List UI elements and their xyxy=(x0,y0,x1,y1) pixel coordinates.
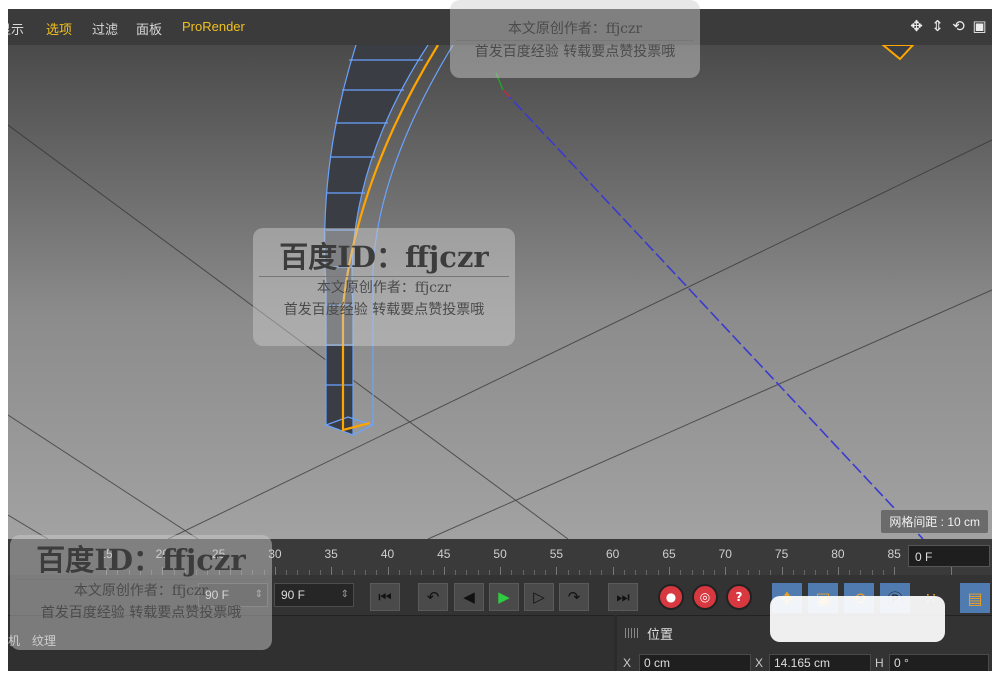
watermark-top: 本文原创作者：ffjczr 首发百度经验 转载要点赞投票哦 xyxy=(450,0,700,78)
keyframe-selection-icon: ? xyxy=(735,590,743,604)
current-frame-field[interactable]: 0 F xyxy=(908,545,990,567)
next-frame-button[interactable]: ▷ xyxy=(524,583,554,611)
watermark-author: 本文原创作者：ffjczr xyxy=(259,276,509,299)
timeline-tick xyxy=(274,567,276,575)
watermark-notice: 首发百度经验 转载要点赞投票哦 xyxy=(283,302,485,318)
pan-view-icon[interactable]: ⇕ xyxy=(929,17,946,35)
next-frame-icon: ▷ xyxy=(533,588,545,606)
rotation-h-label: H xyxy=(875,656,884,670)
watermark-author: 本文原创作者：ffjczr xyxy=(16,579,266,602)
menu-display[interactable]: 显示 xyxy=(8,19,24,38)
watermark-notice: 首发百度经验 转载要点赞投票哦 xyxy=(40,605,242,621)
timeline-tick xyxy=(837,567,839,575)
timeline-tick-label: 85 xyxy=(887,547,901,561)
view-navigation-icons: ✥ ⇕ ⟲ ▣ xyxy=(908,17,988,35)
overlay-sticker xyxy=(770,596,945,642)
watermark-center: 百度ID：ffjczr 本文原创作者：ffjczr 首发百度经验 转载要点赞投票… xyxy=(253,228,515,346)
grid-spacing-readout: 网格间距 : 10 cm xyxy=(881,510,988,533)
menu-prorender[interactable]: ProRender xyxy=(182,19,245,34)
timeline-tick-label: 65 xyxy=(662,547,676,561)
play-icon: ▶ xyxy=(498,588,510,606)
timeline-tick xyxy=(725,567,727,575)
menu-panel[interactable]: 面板 xyxy=(136,19,162,38)
watermark-notice: 首发百度经验 转载要点赞投票哦 xyxy=(456,40,694,63)
timeline-tick-label: 70 xyxy=(718,547,732,561)
maximize-view-icon[interactable]: ▣ xyxy=(971,17,988,35)
timeline-tick xyxy=(894,567,896,575)
z-axis-line xyxy=(502,89,924,539)
film-strip-button[interactable]: ▤ xyxy=(960,583,990,613)
film-strip-icon: ▤ xyxy=(967,588,983,608)
size-x-label: X xyxy=(755,656,764,670)
autokey-button[interactable]: ◎ xyxy=(692,584,718,610)
timeline-tick-label: 35 xyxy=(324,547,338,561)
timeline-tick-label: 45 xyxy=(437,547,451,561)
previous-key-button[interactable]: ↶ xyxy=(418,583,448,611)
menu-options[interactable]: 选项 xyxy=(46,19,72,38)
timeline-tick-label: 75 xyxy=(774,547,789,561)
timeline-tick-label: 80 xyxy=(831,547,845,561)
menu-filter[interactable]: 过滤 xyxy=(92,19,118,38)
go-to-start-icon: ⏮ xyxy=(378,588,392,606)
position-title: 位置 xyxy=(647,627,674,642)
keyframe-selection-button[interactable]: ? xyxy=(726,584,752,610)
rotation-h-field[interactable]: 0 ° xyxy=(889,654,989,671)
watermark-id: 百度ID：ffjczr xyxy=(279,240,489,274)
timeline-tick xyxy=(556,567,558,575)
partial-object[interactable] xyxy=(881,45,915,61)
timeline-tick-label: 60 xyxy=(606,547,620,561)
timeline-tick xyxy=(331,567,333,575)
timeline-tick-label: 55 xyxy=(549,547,564,561)
panel-grip-icon[interactable] xyxy=(625,628,639,638)
go-to-start-button[interactable]: ⏮ xyxy=(370,583,400,611)
move-view-icon[interactable]: ✥ xyxy=(908,17,925,35)
go-to-end-button[interactable]: ⏭ xyxy=(608,583,638,611)
previous-key-icon: ↶ xyxy=(426,588,440,606)
position-x-field[interactable]: 0 cm xyxy=(639,654,751,671)
preview-end-field[interactable]: 90 F ⇕ xyxy=(274,583,354,607)
timeline-tick xyxy=(950,567,952,575)
previous-frame-icon: ◀ xyxy=(463,588,475,606)
watermark-id: 百度ID：ffjczr xyxy=(36,543,246,577)
autokey-icon: ◎ xyxy=(699,590,711,604)
play-button[interactable]: ▶ xyxy=(489,583,519,611)
rotate-view-icon[interactable]: ⟲ xyxy=(950,17,967,35)
preview-end-value: 90 F xyxy=(281,588,306,602)
previous-frame-button[interactable]: ◀ xyxy=(454,583,484,611)
timeline-tick xyxy=(669,567,670,575)
timeline-tick xyxy=(443,567,445,575)
watermark-bottom: 百度ID：ffjczr 本文原创作者：ffjczr 首发百度经验 转载要点赞投票… xyxy=(10,535,272,650)
timeline-tick-label: 40 xyxy=(380,547,395,561)
spinner-icon: ⇕ xyxy=(340,589,349,600)
timeline-tick xyxy=(781,567,783,575)
next-key-button[interactable]: ↷ xyxy=(559,583,589,611)
go-to-end-icon: ⏭ xyxy=(616,588,630,606)
next-key-icon: ↷ xyxy=(567,588,581,606)
x-axis-line xyxy=(502,89,511,98)
record-icon: ● xyxy=(665,590,677,604)
watermark-author: 本文原创作者：ffjczr xyxy=(507,21,643,37)
position-x-label: X xyxy=(623,656,632,670)
timeline-tick xyxy=(500,567,502,575)
timeline-tick xyxy=(387,567,389,575)
timeline-tick xyxy=(612,567,614,575)
timeline-tick-label: 50 xyxy=(493,547,507,561)
record-button[interactable]: ● xyxy=(658,584,684,610)
size-x-field[interactable]: 14.165 cm xyxy=(769,654,871,671)
